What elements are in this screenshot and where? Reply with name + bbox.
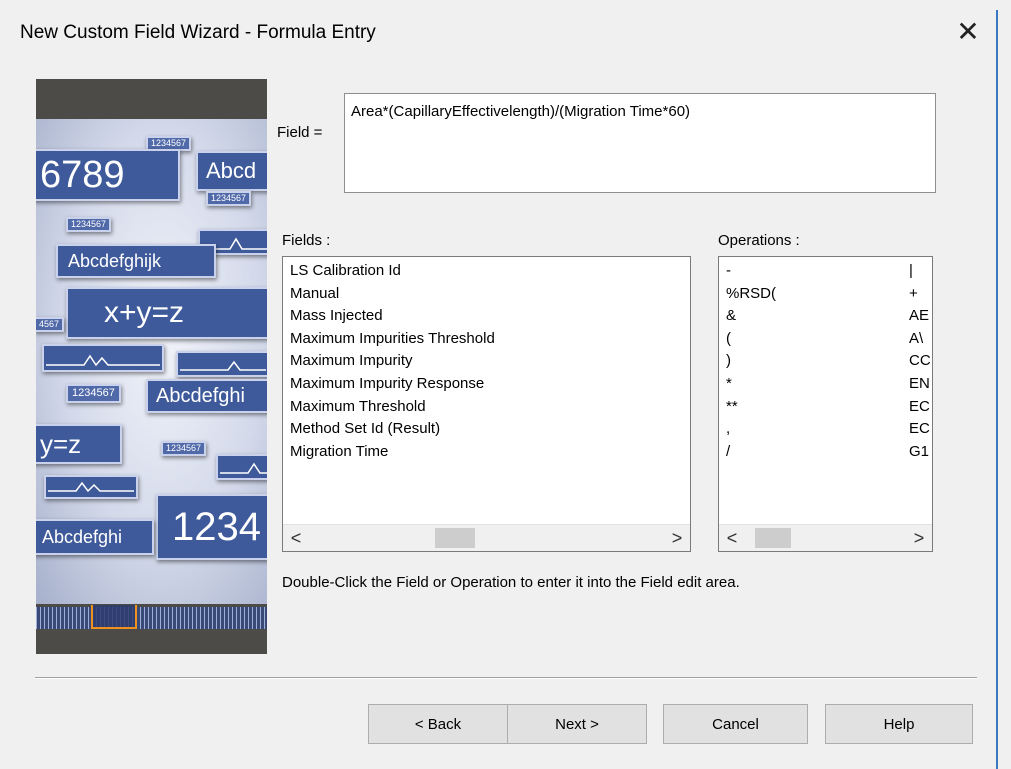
operation-item[interactable]: AE [909,305,929,328]
field-list-item[interactable]: Method Set Id (Result) [290,418,688,441]
operation-list-row[interactable]: * EN [726,373,930,396]
operation-item[interactable]: %RSD( [726,285,776,302]
operation-item[interactable]: EC [909,396,930,419]
scroll-right-icon[interactable]: > [664,525,690,551]
dialog-title: New Custom Field Wizard - Formula Entry [20,22,376,43]
wizard-tile: Abcdefghijk [56,244,216,278]
wizard-tile: 1234567 [206,191,252,206]
operation-item[interactable]: G1 [909,441,929,464]
wizard-tile: 1234567 [66,384,121,403]
field-list-item[interactable]: Mass Injected [290,305,688,328]
fields-list-items: LS Calibration Id Manual Mass Injected Maxi… [290,260,688,463]
wizard-tile: x+y=z [66,287,267,339]
scroll-left-icon[interactable]: < [283,525,309,551]
wizard-tile: 1234567 [66,217,112,232]
wizard-scale-knob [91,605,137,629]
wizard-tile: Abcdefghi [146,379,267,413]
field-list-item[interactable]: LS Calibration Id [290,260,688,283]
wizard-tile-graph [42,344,164,372]
scroll-left-icon[interactable]: < [719,525,745,551]
fields-horizontal-scrollbar[interactable]: < > [283,524,690,551]
help-button[interactable]: Help [825,704,973,744]
field-list-item[interactable]: Maximum Impurity Response [290,373,688,396]
wizard-scale-bar [36,605,267,629]
wizard-tile-graph [216,454,267,480]
operation-item[interactable]: EN [909,373,930,396]
operation-item[interactable]: & [726,307,736,324]
operation-item[interactable]: ( [726,330,731,347]
wizard-tile: 4567 [36,317,65,332]
operations-list-items: - | %RSD(+ & AE(A\) CC * EN ** EC, EC / G1 [726,260,931,464]
operation-item[interactable]: / [726,443,730,460]
scrollbar-thumb[interactable] [755,528,791,548]
wizard-tile: Abcdefghi [36,519,154,555]
cancel-button[interactable]: Cancel [663,704,808,744]
field-label: Field = [277,124,323,141]
window-edge [996,10,998,769]
operation-item[interactable]: ) [726,352,731,369]
wizard-tile: 1234 [156,494,267,560]
close-icon[interactable]: ✕ [950,12,986,52]
field-list-item[interactable]: Maximum Impurity [290,350,688,373]
field-list-item[interactable]: Maximum Impurities Threshold [290,328,688,351]
wizard-illustration-canvas: 1234567 6789 Abcd 1234567 1234567 Abcdef… [36,119,267,604]
next-button[interactable]: Next > [507,704,647,744]
field-list-item[interactable]: Manual [290,283,688,306]
operations-list-label: Operations : [718,232,800,249]
operation-item[interactable]: EC [909,418,930,441]
separator [35,677,977,679]
scrollbar-thumb[interactable] [435,528,475,548]
operation-item[interactable]: - [726,262,731,279]
scroll-right-icon[interactable]: > [906,525,932,551]
wizard-tile: 1234567 [161,441,207,456]
operation-list-row[interactable]: / G1 [726,441,930,464]
operation-item[interactable]: CC [909,350,931,373]
operation-list-row[interactable]: %RSD( + [726,283,930,306]
operation-list-row[interactable]: ** EC [726,396,930,419]
wizard-tile-graph [176,351,267,377]
operation-item[interactable]: * [726,375,732,392]
operation-list-row[interactable]: - | [726,260,930,283]
wizard-illustration: 1234567 6789 Abcd 1234567 1234567 Abcdef… [36,79,267,654]
back-button[interactable]: < Back [368,704,508,744]
operation-list-row[interactable]: ( A\ [726,328,930,351]
operation-list-row[interactable]: , EC [726,418,930,441]
wizard-tile: Abcd [196,151,267,191]
instruction-text: Double-Click the Field or Operation to e… [282,574,740,591]
fields-listbox[interactable]: LS Calibration Id Manual Mass Injected Maxi… [282,256,691,552]
field-list-item[interactable]: Migration Time [290,441,688,464]
field-list-item[interactable]: Maximum Threshold [290,396,688,419]
operation-item[interactable]: ** [726,398,738,415]
operation-list-row[interactable]: & AE [726,305,930,328]
operation-item[interactable]: + [909,283,918,306]
wizard-tile: 6789 [36,149,180,201]
operation-item[interactable]: A\ [909,328,923,351]
wizard-tile: y=z [36,424,122,464]
fields-list-label: Fields : [282,232,331,249]
operation-item[interactable]: , [726,420,730,437]
operations-listbox[interactable]: - | %RSD(+ & AE(A\) CC * EN ** EC, EC / G1 < > [718,256,933,552]
formula-field-input[interactable] [344,93,936,193]
operations-horizontal-scrollbar[interactable]: < > [719,524,932,551]
wizard-tile-graph [44,475,138,499]
operation-list-row[interactable]: ) CC [726,350,931,373]
operation-item[interactable]: | [909,260,913,283]
